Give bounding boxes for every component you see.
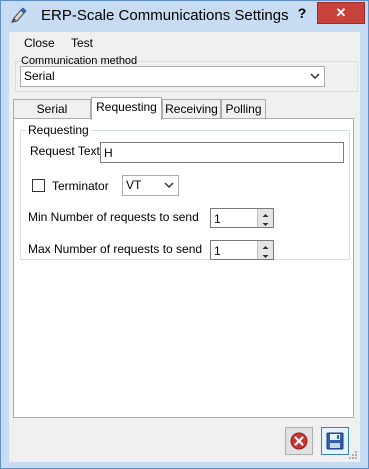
min-requests-stepper[interactable]: 1 — [210, 208, 274, 228]
window-title: ERP-Scale Communications Settings — [41, 7, 289, 24]
requesting-group-title: Requesting — [26, 123, 91, 137]
tab-polling[interactable]: Polling — [221, 99, 266, 118]
terminator-label: Terminator — [52, 179, 109, 193]
request-text-input[interactable]: H — [100, 142, 344, 163]
tab-serial-settings[interactable]: Serial Settings — [13, 99, 91, 134]
max-requests-stepper[interactable]: 1 — [210, 240, 274, 260]
requesting-group: Requesting Request Text H Terminator VT … — [20, 123, 350, 260]
terminator-value: VT — [126, 178, 142, 192]
menu-bar: Close Test — [9, 32, 360, 54]
caret-down-icon — [262, 223, 269, 226]
requesting-panel: Requesting Request Text H Terminator VT … — [13, 118, 354, 418]
menu-test[interactable]: Test — [71, 36, 93, 50]
caret-down-icon — [262, 255, 269, 258]
resize-grip-icon[interactable] — [348, 450, 358, 460]
tab-requesting[interactable]: Requesting — [91, 97, 162, 120]
stepper-buttons — [257, 209, 273, 227]
pen-icon — [11, 7, 27, 23]
tab-receiving[interactable]: Receiving — [162, 99, 221, 118]
terminator-select[interactable]: VT — [122, 175, 179, 196]
close-button[interactable]: ✕ — [317, 2, 365, 24]
request-text-label: Request Text — [30, 144, 100, 158]
title-bar: ERP-Scale Communications Settings ? ✕ — [1, 1, 368, 31]
communication-method-select[interactable]: Serial — [20, 66, 325, 87]
save-button[interactable] — [321, 427, 349, 455]
max-requests-value: 1 — [214, 244, 221, 258]
client-area: Close Test Communication method Serial S… — [9, 32, 360, 462]
min-requests-value: 1 — [214, 212, 221, 226]
chevron-down-icon — [310, 73, 320, 80]
chevron-down-icon — [164, 182, 174, 189]
request-text-value: H — [104, 146, 113, 160]
selected-value: Serial — [24, 69, 55, 83]
menu-close[interactable]: Close — [24, 36, 55, 50]
settings-window: ERP-Scale Communications Settings ? ✕ Cl… — [0, 0, 369, 469]
cancel-button[interactable] — [285, 427, 313, 455]
help-button[interactable]: ? — [292, 3, 312, 23]
save-icon — [326, 432, 344, 450]
min-requests-label: Min Number of requests to send — [28, 210, 199, 224]
stepper-buttons — [257, 241, 273, 259]
max-requests-label: Max Number of requests to send — [28, 242, 203, 256]
terminator-checkbox[interactable] — [32, 179, 45, 192]
cancel-icon — [290, 432, 308, 450]
stepper-down-button[interactable] — [258, 250, 273, 259]
communication-method-group: Communication method Serial — [15, 54, 358, 92]
stepper-down-button[interactable] — [258, 218, 273, 227]
